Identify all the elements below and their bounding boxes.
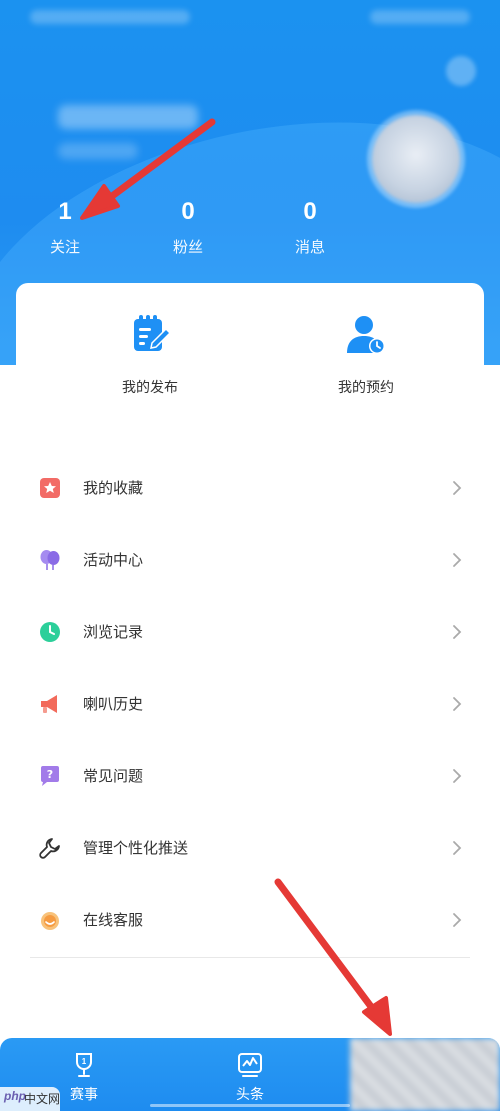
menu-list: 我的收藏 活动中心 浏览记录 喇叭历史 ? 常见问题 管理个性化推送 在线客服	[0, 452, 500, 956]
chevron-right-icon	[450, 768, 464, 784]
settings-icon[interactable]	[446, 56, 476, 86]
bottom-nav: 1 赛事 头条	[0, 1038, 500, 1111]
quick-actions-card: 我的发布 我的预约	[16, 283, 484, 433]
menu-item-faq[interactable]: ? 常见问题	[0, 740, 500, 812]
menu-item-customer-service[interactable]: 在线客服	[0, 884, 500, 956]
menu-item-megaphone-history[interactable]: 喇叭历史	[0, 668, 500, 740]
menu-item-favorites[interactable]: 我的收藏	[0, 452, 500, 524]
chevron-right-icon	[450, 840, 464, 856]
nav-tab-headlines-label: 头条	[236, 1087, 264, 1103]
user-subtitle-blurred	[58, 143, 138, 159]
menu-item-label: 浏览记录	[83, 623, 144, 641]
edit-note-icon	[128, 313, 172, 357]
home-indicator	[150, 1104, 350, 1107]
list-divider	[30, 957, 470, 958]
wrench-icon	[38, 836, 62, 860]
my-reservations-button[interactable]: 我的预约	[286, 313, 446, 397]
chevron-right-icon	[450, 912, 464, 928]
reservation-user-icon	[344, 313, 388, 357]
watermark: php 中文网	[0, 1087, 60, 1111]
balloons-icon	[38, 548, 62, 572]
svg-text:1: 1	[82, 1057, 87, 1066]
menu-item-label: 在线客服	[83, 911, 144, 929]
stat-fans-count: 0	[181, 198, 195, 225]
my-posts-label: 我的发布	[122, 380, 178, 396]
status-bar	[0, 0, 500, 36]
stat-messages-label: 消息	[294, 238, 325, 256]
menu-item-label: 活动中心	[83, 551, 144, 569]
stat-following-label: 关注	[49, 238, 80, 256]
profile-screen: 1 关注 0 粉丝 0 消息 我的发布 我的预约 我的收藏 活动中心 浏览记录 …	[0, 0, 500, 1111]
watermark-brand: php	[4, 1089, 26, 1103]
status-bar-left-blurred	[30, 10, 190, 24]
bookmark-star-icon	[38, 476, 62, 500]
chevron-right-icon	[450, 696, 464, 712]
username-blurred	[58, 105, 198, 129]
stat-messages-count: 0	[303, 198, 317, 225]
my-posts-button[interactable]: 我的发布	[70, 313, 230, 397]
nav-tab-blurred[interactable]	[350, 1038, 500, 1111]
avatar[interactable]	[372, 115, 460, 203]
menu-item-label: 常见问题	[83, 767, 144, 785]
stat-messages[interactable]: 0 消息	[270, 196, 350, 257]
svg-text:?: ?	[47, 768, 53, 781]
clock-icon	[38, 620, 62, 644]
menu-item-label: 我的收藏	[83, 479, 144, 497]
chevron-right-icon	[450, 480, 464, 496]
stat-following[interactable]: 1 关注	[25, 196, 105, 257]
trophy-icon: 1	[69, 1050, 99, 1080]
watermark-text: 中文网	[24, 1092, 61, 1106]
question-icon: ?	[38, 764, 62, 788]
menu-item-label: 管理个性化推送	[83, 839, 189, 857]
menu-item-activity-center[interactable]: 活动中心	[0, 524, 500, 596]
stat-following-count: 1	[58, 198, 72, 225]
menu-item-label: 喇叭历史	[83, 695, 144, 713]
stat-fans[interactable]: 0 粉丝	[148, 196, 228, 257]
menu-item-manage-push[interactable]: 管理个性化推送	[0, 812, 500, 884]
status-bar-right-blurred	[370, 10, 470, 24]
customer-service-icon	[38, 908, 62, 932]
nav-tab-headlines[interactable]: 头条	[210, 1050, 290, 1104]
chevron-right-icon	[450, 624, 464, 640]
headline-icon	[235, 1050, 265, 1080]
menu-item-history[interactable]: 浏览记录	[0, 596, 500, 668]
chevron-right-icon	[450, 552, 464, 568]
stat-fans-label: 粉丝	[172, 238, 203, 256]
megaphone-icon	[38, 692, 62, 716]
my-reservations-label: 我的预约	[338, 380, 394, 396]
